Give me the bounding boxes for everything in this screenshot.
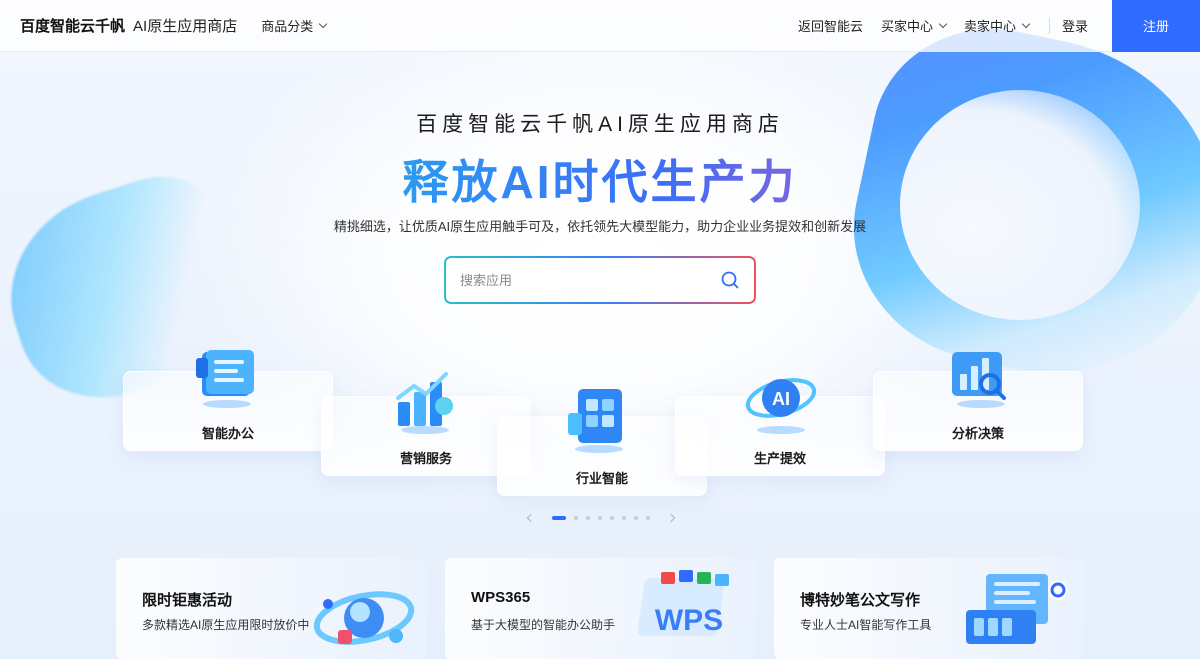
carousel-indicator: [526, 513, 676, 523]
ai-badge-icon: AI: [745, 378, 817, 434]
industry-grid-icon: [568, 389, 623, 453]
carousel-next-icon[interactable]: [666, 513, 676, 523]
search-icon[interactable]: [720, 270, 740, 290]
search-input[interactable]: [460, 272, 720, 288]
header-divider: [1048, 17, 1050, 34]
carousel-dot[interactable]: [586, 516, 590, 520]
hero-title: 释放AI时代生产力: [0, 146, 1200, 212]
promo-card-writing[interactable]: 博特妙笔公文写作 专业人士AI智能写作工具: [774, 558, 1084, 659]
search-box-inner: [446, 258, 754, 302]
buyer-center-label: 买家中心: [880, 19, 933, 34]
login-link[interactable]: 登录: [1062, 16, 1088, 35]
header-right-nav: 返回智能云 买家中心 卖家中心 登录 注册: [798, 0, 1200, 52]
carousel-dot[interactable]: [610, 516, 614, 520]
seller-center-label: 卖家中心: [963, 19, 1016, 34]
carousel-dot[interactable]: [622, 516, 626, 520]
carousel-dot[interactable]: [574, 516, 578, 520]
buyer-center-menu[interactable]: 买家中心: [880, 16, 948, 35]
back-to-cloud-label: 返回智能云: [797, 19, 863, 34]
search-box: [444, 256, 756, 304]
gift-box-illustration: [313, 591, 415, 645]
seller-center-menu[interactable]: 卖家中心: [963, 16, 1031, 35]
wps-art-text: WPS: [655, 604, 723, 637]
promo-card-wps365[interactable]: WPS365 基于大模型的智能办公助手 WPS: [445, 558, 755, 659]
category-label: 分析决策: [951, 426, 1004, 441]
logo-sub-text: AI原生应用商店: [133, 18, 238, 35]
carousel-dot[interactable]: [598, 516, 602, 520]
chevron-down-icon: [1021, 19, 1031, 29]
carousel-dot[interactable]: [646, 516, 650, 520]
top-nav-bar: 百度智能云千帆 AI原生应用商店 商品分类 返回智能云 买家中心 卖家中心 登录…: [0, 0, 1200, 52]
carousel-dot[interactable]: [552, 516, 566, 520]
logo-main-text: 百度智能云千帆: [20, 18, 126, 35]
writing-illustration: [966, 574, 1068, 644]
brand-logo[interactable]: 百度智能云千帆 AI原生应用商店: [20, 15, 237, 36]
hero-subtitle: 百度智能云千帆AI原生应用商店: [416, 113, 784, 136]
register-button[interactable]: 注册: [1112, 0, 1200, 52]
chevron-down-icon: [938, 19, 948, 29]
category-menu[interactable]: 商品分类: [261, 16, 328, 35]
document-icon: [196, 350, 254, 408]
svg-text:AI: AI: [772, 389, 790, 409]
analytics-icon: [952, 352, 1006, 408]
carousel-dot[interactable]: [634, 516, 638, 520]
carousel-prev-icon[interactable]: [526, 513, 536, 523]
back-to-cloud-link[interactable]: 返回智能云: [798, 16, 863, 35]
promo-title: WPS365: [471, 589, 531, 606]
promo-card-discount[interactable]: 限时钜惠活动 多款精选AI原生应用限时放价中: [116, 558, 426, 659]
promo-description: 专业人士AI智能写作工具: [800, 618, 932, 632]
growth-chart-icon: [396, 372, 453, 434]
chevron-down-icon: [318, 19, 328, 29]
promo-description: 基于大模型的智能办公助手: [471, 618, 616, 632]
promo-title: 限时钜惠活动: [142, 592, 233, 609]
wps-illustration: WPS: [637, 570, 729, 637]
category-menu-label: 商品分类: [261, 19, 314, 34]
hero-description: 精挑细选，让优质AI原生应用触手可及，依托领先大模型能力，助力企业业务提效和创新…: [333, 219, 867, 234]
category-label: 智能办公: [201, 426, 254, 441]
promo-title: 博特妙笔公文写作: [800, 592, 921, 609]
category-label: 生产提效: [753, 451, 806, 466]
promo-description: 多款精选AI原生应用限时放价中: [142, 618, 310, 632]
